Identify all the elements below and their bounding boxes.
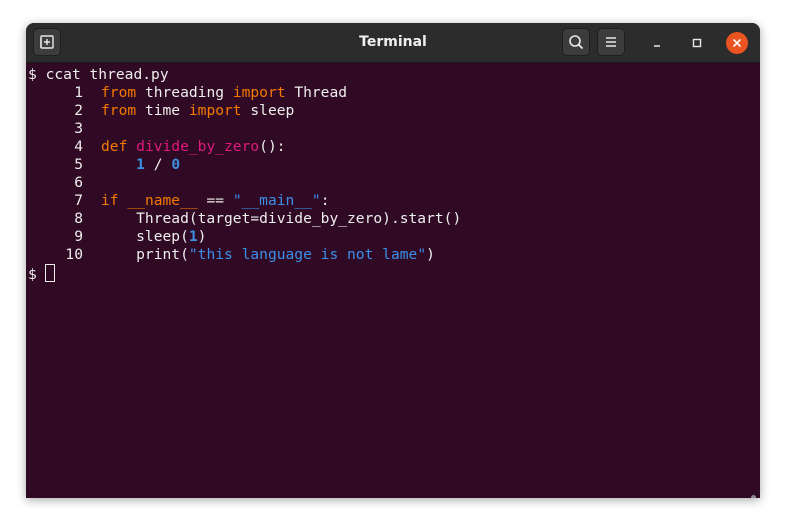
- code-line: 1 from threading import Thread: [28, 84, 347, 102]
- code-text: from threading import Thread: [101, 84, 347, 101]
- code-text: Thread(target=divide_by_zero).start(): [101, 210, 461, 227]
- code-token: sleep(: [101, 228, 189, 245]
- minimize-icon: [654, 45, 660, 47]
- close-icon: [732, 38, 742, 48]
- code-text: sleep(1): [101, 228, 206, 245]
- terminal-window: Terminal $ ccat thread.py 1 from threadi…: [26, 23, 760, 498]
- code-token: ): [197, 228, 207, 245]
- code-token: threading: [136, 84, 233, 101]
- code-token: import: [232, 84, 286, 101]
- hamburger-menu-icon: [606, 37, 616, 47]
- close-button[interactable]: [726, 32, 748, 54]
- code-token: print(: [101, 246, 189, 263]
- line-number: 3: [74, 120, 83, 137]
- line-number: 5: [74, 156, 83, 173]
- code-token: if: [101, 192, 119, 209]
- code-token: 1: [188, 228, 198, 245]
- line-number: 4: [74, 138, 83, 155]
- code-token: 0: [171, 156, 181, 173]
- code-token: Thread(target=divide_by_zero).start(): [101, 210, 462, 227]
- shell-prompt: $: [28, 266, 37, 283]
- code-text: if __name__ == "__main__":: [101, 192, 330, 209]
- shell-prompt: $: [28, 66, 37, 83]
- search-icon: [569, 35, 584, 50]
- line-number: 2: [74, 102, 83, 119]
- code-token: import: [188, 102, 242, 119]
- line-number: 9: [74, 228, 83, 245]
- code-text: print("this language is not lame"): [101, 246, 435, 263]
- maximize-button[interactable]: [686, 32, 708, 54]
- code-token: Thread: [285, 84, 348, 101]
- code-line: 8 Thread(target=divide_by_zero).start(): [28, 210, 461, 228]
- terminal-output[interactable]: $ ccat thread.py 1 from threading import …: [26, 63, 760, 498]
- menu-button[interactable]: [597, 28, 625, 56]
- code-token: divide_by_zero: [136, 138, 260, 155]
- code-token: "__main__": [232, 192, 321, 209]
- command-text: ccat thread.py: [45, 66, 169, 83]
- minimize-button[interactable]: [646, 32, 668, 54]
- code-text: def divide_by_zero():: [101, 138, 286, 155]
- code-token: time: [136, 102, 189, 119]
- code-line: 5 1 / 0: [28, 156, 180, 174]
- code-token: 1: [136, 156, 145, 173]
- code-token: ==: [197, 192, 233, 209]
- code-token: /: [144, 156, 172, 173]
- code-token: "this language is not lame": [188, 246, 427, 263]
- command-line: $ ccat thread.py: [28, 66, 169, 84]
- line-number: 10: [65, 246, 83, 263]
- title-bar[interactable]: Terminal: [26, 23, 760, 63]
- code-token: ():: [259, 138, 286, 155]
- line-number: 7: [74, 192, 83, 209]
- code-token: ): [426, 246, 435, 263]
- code-line: 3: [28, 120, 101, 138]
- code-token: from: [101, 84, 137, 101]
- code-line: 9 sleep(1): [28, 228, 206, 246]
- code-line: 10 print("this language is not lame"): [28, 246, 435, 264]
- input-prompt-line[interactable]: $: [28, 264, 55, 283]
- code-text: 1 / 0: [101, 156, 180, 173]
- code-token: from: [101, 102, 137, 119]
- code-line: 7 if __name__ == "__main__":: [28, 192, 330, 210]
- code-token: :: [320, 192, 330, 209]
- code-line: 6: [28, 174, 101, 192]
- code-text: from time import sleep: [101, 102, 294, 119]
- line-number: 8: [74, 210, 83, 227]
- code-token: sleep: [241, 102, 295, 119]
- code-token: def: [101, 138, 128, 155]
- maximize-icon: [692, 38, 702, 48]
- code-line: 2 from time import sleep: [28, 102, 294, 120]
- text-cursor: [44, 264, 55, 282]
- line-number: 6: [74, 174, 83, 191]
- line-number: 1: [74, 84, 83, 101]
- code-line: 4 def divide_by_zero():: [28, 138, 286, 156]
- scrollbar[interactable]: [751, 495, 756, 498]
- search-button[interactable]: [562, 28, 590, 56]
- code-token: __name__: [127, 192, 198, 209]
